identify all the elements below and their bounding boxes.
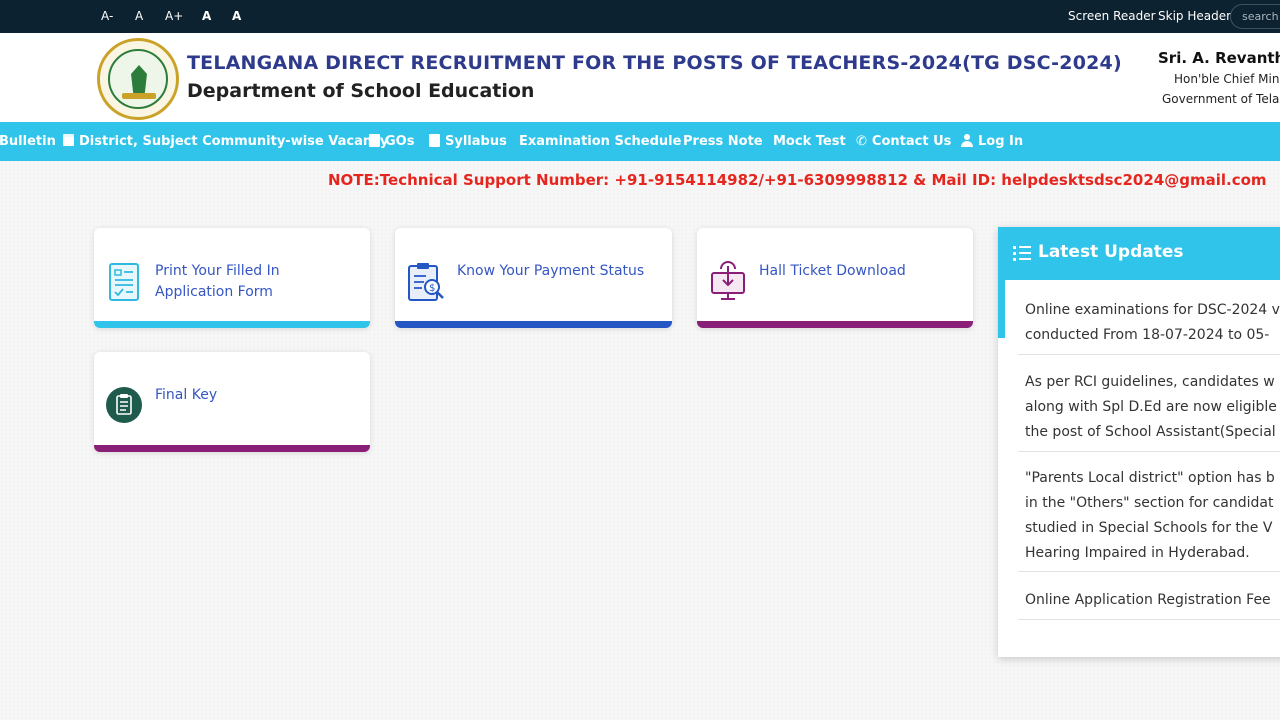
update-line: As per RCI guidelines, candidates w bbox=[1025, 374, 1275, 390]
svg-text:$: $ bbox=[429, 283, 435, 294]
update-divider bbox=[1018, 354, 1280, 355]
nav-syllabus[interactable]: Syllabus bbox=[429, 134, 507, 149]
page-title: TELANGANA DIRECT RECRUITMENT FOR THE POS… bbox=[187, 52, 1122, 74]
update-line: "Parents Local district" option has b bbox=[1025, 470, 1275, 486]
form-icon bbox=[109, 263, 139, 301]
payment-status-card[interactable]: $ Know Your Payment Status bbox=[395, 228, 672, 328]
emblem-inner-ring bbox=[108, 49, 168, 109]
card-accent-bar bbox=[697, 321, 973, 328]
print-application-card[interactable]: Print Your Filled In Application Form bbox=[94, 228, 370, 328]
update-item-rci-guidelines[interactable]: As per RCI guidelines, candidates w alon… bbox=[1025, 370, 1277, 445]
main-navigation: Bulletin District, Subject Community-wis… bbox=[0, 122, 1280, 161]
nav-vacancy[interactable]: District, Subject Community-wise Vacancy bbox=[63, 134, 388, 149]
print-application-line1: Print Your Filled In bbox=[155, 263, 280, 279]
nav-vacancy-label: District, Subject Community-wise Vacancy bbox=[79, 134, 389, 149]
nav-bulletin[interactable]: Bulletin bbox=[0, 134, 56, 149]
final-key-card[interactable]: Final Key bbox=[94, 352, 370, 452]
nav-press-label: Press Note bbox=[683, 134, 763, 149]
chief-minister-name: Sri. A. Revanth R bbox=[1158, 49, 1280, 67]
department-name: Department of School Education bbox=[187, 80, 535, 102]
nav-examination-schedule[interactable]: Examination Schedule bbox=[519, 134, 681, 149]
search-input[interactable]: search bbox=[1230, 4, 1280, 29]
nav-contact-label: Contact Us bbox=[871, 134, 952, 149]
card-accent-bar bbox=[94, 445, 370, 452]
calendar-icon bbox=[63, 134, 74, 146]
update-item-exam-dates[interactable]: Online examinations for DSC-2024 v condu… bbox=[1025, 298, 1280, 348]
accessibility-bar: A- A A+ A A Screen Reader Skip Header se… bbox=[0, 0, 1280, 33]
update-line: conducted From 18-07-2024 to 05- bbox=[1025, 327, 1270, 343]
update-item-registration-fee[interactable]: Online Application Registration Fee bbox=[1025, 588, 1271, 613]
nav-log-in[interactable]: Log In bbox=[961, 134, 1023, 149]
nav-contact-us[interactable]: ✆ Contact Us bbox=[856, 134, 951, 149]
update-line: Online Application Registration Fee bbox=[1025, 592, 1271, 608]
nav-press-note[interactable]: Press Note bbox=[683, 134, 763, 149]
telangana-emblem-logo bbox=[97, 38, 179, 120]
hall-ticket-line1: Hall Ticket Download bbox=[759, 263, 906, 279]
book-icon bbox=[429, 134, 440, 147]
update-divider bbox=[1018, 451, 1280, 452]
nav-gos-label: GOs bbox=[385, 134, 415, 149]
emblem-base bbox=[122, 93, 156, 99]
update-line: in the "Others" section for candidat bbox=[1025, 495, 1274, 511]
clipboard-icon bbox=[106, 387, 142, 423]
user-icon bbox=[961, 134, 973, 147]
update-item-parents-local-district[interactable]: "Parents Local district" option has b in… bbox=[1025, 466, 1275, 566]
print-application-line2: Application Form bbox=[155, 284, 273, 300]
site-header: TELANGANA DIRECT RECRUITMENT FOR THE POS… bbox=[0, 33, 1280, 122]
hall-ticket-card[interactable]: Hall Ticket Download bbox=[697, 228, 973, 328]
contrast-light-button[interactable]: A bbox=[232, 9, 241, 23]
update-line: Hearing Impaired in Hyderabad. bbox=[1025, 545, 1250, 561]
final-key-label: Final Key bbox=[155, 385, 217, 406]
nav-gos[interactable]: GOs bbox=[369, 134, 414, 149]
chief-minister-role: Hon'ble Chief Min bbox=[1174, 72, 1280, 86]
phone-icon: ✆ bbox=[856, 134, 867, 149]
emblem-tower-icon bbox=[131, 65, 147, 95]
card-accent-bar bbox=[94, 321, 370, 328]
nav-bulletin-label: Bulletin bbox=[0, 134, 56, 149]
update-divider bbox=[1018, 619, 1280, 620]
skip-header-link[interactable]: Skip Header bbox=[1158, 9, 1231, 23]
screen-reader-link[interactable]: Screen Reader bbox=[1068, 9, 1156, 23]
font-normal-button[interactable]: A bbox=[135, 9, 143, 23]
nav-mock-test[interactable]: Mock Test bbox=[773, 134, 846, 149]
payment-status-label: Know Your Payment Status bbox=[457, 261, 644, 282]
updates-accent-stripe bbox=[998, 280, 1005, 338]
final-key-line1: Final Key bbox=[155, 387, 218, 403]
update-line: Online examinations for DSC-2024 v bbox=[1025, 302, 1280, 318]
payment-status-line1: Know Your Payment Status bbox=[457, 263, 645, 279]
hall-ticket-label: Hall Ticket Download bbox=[759, 261, 906, 282]
list-icon bbox=[1013, 246, 1031, 261]
print-application-label: Print Your Filled In Application Form bbox=[155, 261, 280, 303]
contrast-dark-button[interactable]: A bbox=[202, 9, 211, 23]
update-line: the post of School Assistant(Special bbox=[1025, 424, 1276, 440]
nav-login-label: Log In bbox=[978, 134, 1024, 149]
nav-mock-label: Mock Test bbox=[773, 134, 846, 149]
nav-syllabus-label: Syllabus bbox=[445, 134, 507, 149]
card-accent-bar bbox=[395, 321, 672, 328]
latest-updates-panel: Latest Updates Online examinations for D… bbox=[998, 227, 1280, 657]
latest-updates-header: Latest Updates bbox=[998, 227, 1280, 280]
update-line: along with Spl D.Ed are now eligible bbox=[1025, 399, 1277, 415]
nav-exam-label: Examination Schedule bbox=[519, 134, 682, 149]
update-line: studied in Special Schools for the V bbox=[1025, 520, 1273, 536]
font-increase-button[interactable]: A+ bbox=[165, 9, 183, 23]
government-name: Government of Tela bbox=[1162, 92, 1280, 106]
font-decrease-button[interactable]: A- bbox=[101, 9, 113, 23]
download-icon bbox=[711, 261, 745, 300]
update-divider bbox=[1018, 571, 1280, 572]
book-icon bbox=[369, 134, 380, 147]
support-note: NOTE:Technical Support Number: +91-91541… bbox=[328, 171, 1267, 189]
latest-updates-title: Latest Updates bbox=[1038, 242, 1184, 262]
payment-status-icon: $ bbox=[408, 263, 444, 301]
